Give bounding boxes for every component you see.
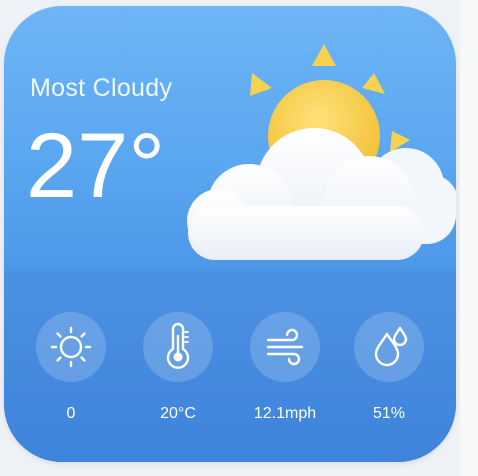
weather-summary: Most Cloudy 27° — [4, 6, 456, 272]
page: Most Cloudy 27° 0 20°C 12.1mph 51% — [0, 0, 478, 476]
wind-icon — [266, 328, 304, 366]
temperature-value: 27° — [26, 115, 166, 217]
weather-stats-bar: 0 20°C 12.1mph 51% — [4, 272, 456, 462]
stat-value-humidity: 51% — [372, 405, 406, 422]
stat-icon-circle — [250, 312, 320, 382]
page-edge — [460, 0, 478, 476]
stat-value-uv: 0 — [66, 405, 76, 422]
stat-wind[interactable]: 12.1mph — [230, 312, 340, 432]
weather-widget[interactable]: Most Cloudy 27° 0 20°C 12.1mph 51% — [4, 6, 456, 462]
humidity-drops-icon — [374, 326, 408, 367]
condition-label: Most Cloudy — [30, 74, 173, 102]
stat-humidity[interactable]: 51% — [334, 312, 444, 432]
sun-icon — [50, 326, 92, 368]
stat-value-wind: 12.1mph — [253, 405, 317, 422]
stat-icon-circle — [36, 312, 106, 382]
cloud-front — [187, 128, 424, 260]
sun-behind-cloud-icon — [187, 44, 456, 260]
stat-uv[interactable]: 0 — [16, 312, 126, 432]
thermometer-icon — [166, 322, 190, 369]
stat-icon-circle — [354, 312, 424, 382]
stat-value-temperature: 20°C — [160, 405, 196, 422]
stat-temperature[interactable]: 20°C — [123, 312, 233, 432]
stat-icon-circle — [143, 312, 213, 382]
